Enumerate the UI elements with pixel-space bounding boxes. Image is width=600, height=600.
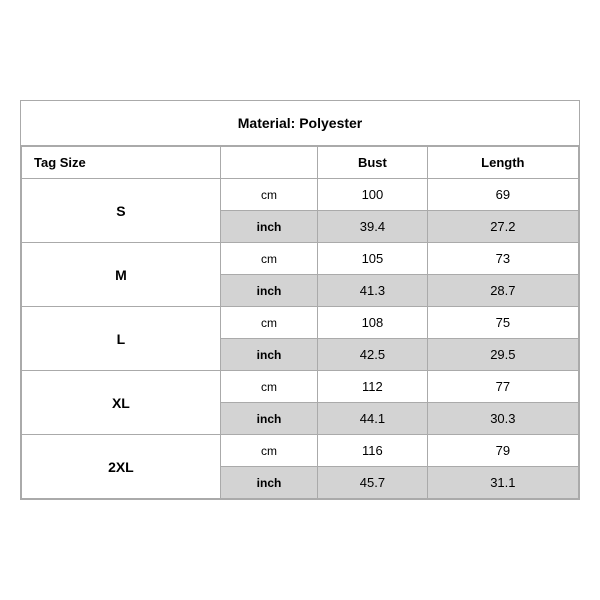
size-label: S [22, 179, 221, 243]
header-tag-size: Tag Size [22, 147, 221, 179]
bust-value: 42.5 [318, 339, 428, 371]
size-label: 2XL [22, 435, 221, 499]
size-label: XL [22, 371, 221, 435]
bust-value: 41.3 [318, 275, 428, 307]
length-value: 73 [427, 243, 578, 275]
length-value: 75 [427, 307, 578, 339]
unit-cell: cm [220, 179, 317, 211]
header-length: Length [427, 147, 578, 179]
bust-value: 44.1 [318, 403, 428, 435]
bust-value: 116 [318, 435, 428, 467]
size-label: L [22, 307, 221, 371]
unit-cell: inch [220, 275, 317, 307]
length-value: 27.2 [427, 211, 578, 243]
length-value: 79 [427, 435, 578, 467]
bust-value: 39.4 [318, 211, 428, 243]
header-unit-col [220, 147, 317, 179]
unit-cell: cm [220, 435, 317, 467]
header-bust: Bust [318, 147, 428, 179]
length-value: 30.3 [427, 403, 578, 435]
unit-cell: inch [220, 467, 317, 499]
unit-cell: inch [220, 403, 317, 435]
length-value: 69 [427, 179, 578, 211]
unit-cell: inch [220, 339, 317, 371]
size-chart-container: Material: Polyester Tag Size Bust Length… [20, 100, 580, 500]
unit-cell: cm [220, 371, 317, 403]
unit-cell: inch [220, 211, 317, 243]
bust-value: 105 [318, 243, 428, 275]
unit-cell: cm [220, 243, 317, 275]
length-value: 29.5 [427, 339, 578, 371]
bust-value: 112 [318, 371, 428, 403]
length-value: 77 [427, 371, 578, 403]
unit-cell: cm [220, 307, 317, 339]
size-label: M [22, 243, 221, 307]
length-value: 31.1 [427, 467, 578, 499]
bust-value: 100 [318, 179, 428, 211]
size-table: Tag Size Bust Length Scm10069inch39.427.… [21, 146, 579, 499]
bust-value: 45.7 [318, 467, 428, 499]
bust-value: 108 [318, 307, 428, 339]
length-value: 28.7 [427, 275, 578, 307]
chart-title: Material: Polyester [21, 101, 579, 146]
